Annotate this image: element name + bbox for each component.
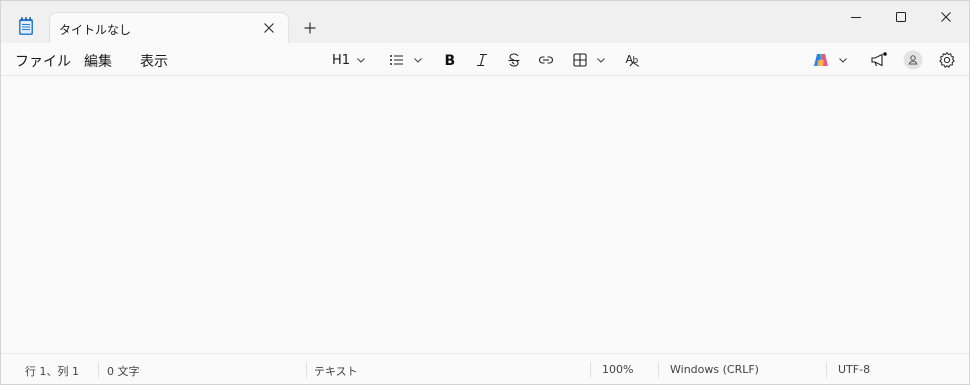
avatar-icon bbox=[903, 50, 923, 70]
tab-title: タイトルなし bbox=[59, 23, 132, 37]
menu-bar: ファイル 編集 表示 H1 B A b bbox=[1, 43, 969, 76]
list-dropdown[interactable] bbox=[389, 49, 423, 71]
menu-file[interactable]: ファイル bbox=[15, 51, 71, 71]
chevron-down-icon bbox=[414, 58, 422, 63]
chevron-down-icon bbox=[357, 58, 365, 63]
minimize-button[interactable] bbox=[833, 1, 879, 33]
chevron-down-icon bbox=[597, 58, 605, 63]
feedback-button[interactable] bbox=[870, 49, 888, 71]
status-divider bbox=[826, 362, 827, 378]
account-button[interactable] bbox=[903, 49, 923, 71]
text-editor-area[interactable] bbox=[1, 76, 969, 353]
gear-icon bbox=[939, 52, 955, 68]
bulleted-list-icon bbox=[390, 55, 403, 65]
chevron-down-icon bbox=[839, 58, 847, 63]
table-dropdown[interactable] bbox=[572, 49, 606, 71]
character-count: 0 文字 bbox=[107, 365, 140, 378]
settings-button[interactable] bbox=[938, 49, 956, 71]
spellcheck-icon: A b bbox=[626, 53, 640, 67]
copilot-dropdown[interactable] bbox=[812, 49, 848, 71]
table-icon bbox=[573, 53, 587, 67]
status-divider bbox=[658, 362, 659, 378]
close-window-button[interactable] bbox=[923, 1, 969, 33]
encoding[interactable]: UTF-8 bbox=[838, 363, 870, 376]
zoom-level[interactable]: 100% bbox=[602, 363, 633, 376]
strikethrough-icon bbox=[508, 53, 520, 67]
maximize-button[interactable] bbox=[878, 1, 924, 33]
link-icon bbox=[538, 56, 554, 64]
title-bar: タイトルなし bbox=[1, 1, 969, 44]
megaphone-icon bbox=[871, 52, 887, 67]
copilot-icon bbox=[814, 54, 828, 66]
heading-label: H1 bbox=[332, 52, 351, 68]
status-bar: 行 1、列 1 0 文字 テキスト 100% Windows (CRLF) UT… bbox=[1, 353, 969, 384]
status-divider bbox=[306, 362, 307, 378]
notepad-window: タイトルなし ファイル 編集 表示 H1 B A b 行 1、列 1 0 文字 … bbox=[0, 0, 970, 385]
menu-edit[interactable]: 編集 bbox=[84, 51, 112, 71]
minimize-icon bbox=[851, 17, 861, 18]
strikethrough-button[interactable] bbox=[507, 49, 521, 71]
close-icon bbox=[941, 12, 951, 22]
menu-view[interactable]: 表示 bbox=[140, 51, 168, 71]
tab-untitled[interactable]: タイトルなし bbox=[49, 12, 289, 44]
format-mode[interactable]: テキスト bbox=[314, 363, 358, 379]
status-divider bbox=[590, 362, 591, 378]
bold-button[interactable]: B bbox=[443, 49, 457, 71]
close-tab-icon[interactable] bbox=[262, 21, 276, 35]
bold-icon: B bbox=[445, 53, 456, 68]
status-divider bbox=[98, 362, 99, 378]
spellcheck-button[interactable]: A b bbox=[625, 49, 643, 71]
cursor-position: 行 1、列 1 bbox=[25, 365, 79, 378]
italic-button[interactable] bbox=[475, 49, 489, 71]
maximize-icon bbox=[896, 12, 906, 22]
link-button[interactable] bbox=[538, 49, 554, 71]
new-tab-icon[interactable] bbox=[301, 19, 319, 37]
heading-dropdown[interactable]: H1 bbox=[332, 49, 366, 71]
svg-text:B: B bbox=[445, 53, 456, 68]
notepad-app-icon bbox=[17, 16, 35, 36]
italic-icon bbox=[477, 53, 487, 67]
line-ending[interactable]: Windows (CRLF) bbox=[670, 363, 759, 376]
